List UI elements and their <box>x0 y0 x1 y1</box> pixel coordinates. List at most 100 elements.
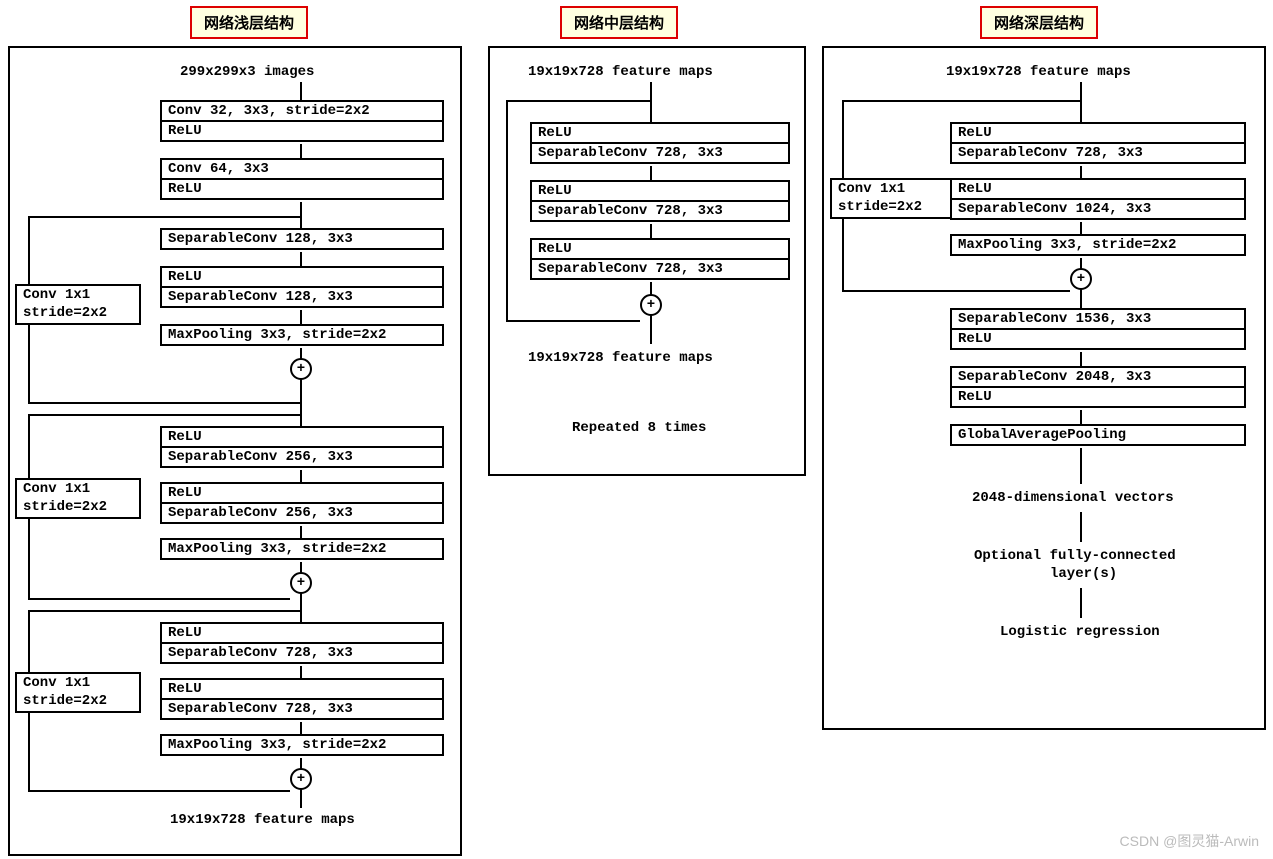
line <box>28 610 300 612</box>
b2-r1: ReLU SeparableConv 256, 3x3 <box>160 426 444 468</box>
op: SeparableConv 728, 3x3 <box>532 260 788 278</box>
b3-r3: MaxPooling 3x3, stride=2x2 <box>160 734 444 756</box>
op: ReLU <box>162 680 442 700</box>
line <box>28 518 30 598</box>
line <box>1080 448 1082 484</box>
line <box>28 610 30 672</box>
line <box>1080 352 1082 366</box>
line <box>1080 288 1082 308</box>
op: GlobalAveragePooling <box>952 426 1244 444</box>
line <box>650 166 652 180</box>
side-conv: Conv 1x1 stride=2x2 <box>830 178 956 219</box>
op: stride=2x2 <box>838 199 948 217</box>
op: stride=2x2 <box>23 693 133 711</box>
op: SeparableConv 128, 3x3 <box>162 230 442 248</box>
line <box>300 788 302 808</box>
e-s1: SeparableConv 1536, 3x3 ReLU <box>950 308 1246 350</box>
line <box>650 82 652 122</box>
side-conv: Conv 1x1 stride=2x2 <box>15 672 141 713</box>
e-r2: ReLU SeparableConv 1024, 3x3 <box>950 178 1246 220</box>
exit-in: 19x19x728 feature maps <box>946 64 1131 80</box>
op: Conv 1x1 <box>23 481 133 499</box>
line <box>300 592 302 622</box>
line <box>28 712 30 790</box>
m-r3: ReLU SeparableConv 728, 3x3 <box>530 238 790 280</box>
op: SeparableConv 2048, 3x3 <box>952 368 1244 388</box>
line <box>300 310 302 324</box>
e-r1: ReLU SeparableConv 728, 3x3 <box>950 122 1246 164</box>
op: SeparableConv 1536, 3x3 <box>952 310 1244 330</box>
b2-r3: MaxPooling 3x3, stride=2x2 <box>160 538 444 560</box>
op: SeparableConv 728, 3x3 <box>162 644 442 662</box>
line <box>650 224 652 238</box>
op: ReLU <box>952 388 1244 406</box>
line <box>28 216 30 284</box>
conv1: Conv 32, 3x3, stride=2x2 ReLU <box>160 100 444 142</box>
b3-r2: ReLU SeparableConv 728, 3x3 <box>160 678 444 720</box>
op: ReLU <box>952 180 1244 200</box>
op: Conv 1x1 <box>23 675 133 693</box>
b3-r1: ReLU SeparableConv 728, 3x3 <box>160 622 444 664</box>
op: MaxPooling 3x3, stride=2x2 <box>952 236 1244 254</box>
line <box>1080 512 1082 542</box>
line <box>300 144 302 158</box>
entry-input: 299x299x3 images <box>180 64 314 80</box>
add-icon: + <box>290 358 312 380</box>
op: MaxPooling 3x3, stride=2x2 <box>162 540 442 558</box>
add-icon: + <box>290 768 312 790</box>
op: Conv 1x1 <box>838 181 948 199</box>
line <box>28 598 290 600</box>
entry-out: 19x19x728 feature maps <box>170 812 355 828</box>
line <box>842 290 1070 292</box>
conv2: Conv 64, 3x3 ReLU <box>160 158 444 200</box>
middle-note: Repeated 8 times <box>572 420 706 436</box>
line <box>28 414 30 478</box>
line <box>1080 82 1082 122</box>
op: stride=2x2 <box>23 305 133 323</box>
line <box>28 216 300 218</box>
line <box>1080 166 1082 178</box>
line <box>300 378 302 426</box>
side-conv: Conv 1x1 stride=2x2 <box>15 478 141 519</box>
line <box>1080 410 1082 424</box>
exit-fc2: layer(s) <box>1050 566 1117 582</box>
line <box>28 790 290 792</box>
middle-in: 19x19x728 feature maps <box>528 64 713 80</box>
line <box>506 100 508 320</box>
b1-r1: SeparableConv 128, 3x3 <box>160 228 444 250</box>
op: SeparableConv 728, 3x3 <box>532 202 788 220</box>
e-gap: GlobalAveragePooling <box>950 424 1246 446</box>
diagram: 网络浅层结构 299x299x3 images Conv 32, 3x3, st… <box>0 0 1273 859</box>
op: ReLU <box>162 484 442 504</box>
e-s2: SeparableConv 2048, 3x3 ReLU <box>950 366 1246 408</box>
entry-title: 网络浅层结构 <box>190 6 308 39</box>
line <box>650 314 652 344</box>
op: SeparableConv 728, 3x3 <box>532 144 788 162</box>
op: ReLU <box>162 624 442 644</box>
op: ReLU <box>532 182 788 202</box>
op: ReLU <box>162 268 442 288</box>
add-icon: + <box>1070 268 1092 290</box>
exit-title: 网络深层结构 <box>980 6 1098 39</box>
op: ReLU <box>952 330 1244 348</box>
side-conv: Conv 1x1 stride=2x2 <box>15 284 141 325</box>
line <box>28 414 300 416</box>
op: ReLU <box>532 240 788 260</box>
watermark: CSDN @图灵猫-Arwin <box>1120 831 1259 851</box>
op: Conv 32, 3x3, stride=2x2 <box>162 102 442 122</box>
middle-out: 19x19x728 feature maps <box>528 350 713 366</box>
line <box>300 82 302 100</box>
b1-r2: ReLU SeparableConv 128, 3x3 <box>160 266 444 308</box>
line <box>1080 588 1082 618</box>
op: MaxPooling 3x3, stride=2x2 <box>162 736 442 754</box>
op: ReLU <box>952 124 1244 144</box>
line <box>842 100 844 178</box>
m-r1: ReLU SeparableConv 728, 3x3 <box>530 122 790 164</box>
line <box>300 722 302 734</box>
line <box>300 202 302 228</box>
op: SeparableConv 728, 3x3 <box>952 144 1244 162</box>
line <box>28 324 30 402</box>
op: Conv 64, 3x3 <box>162 160 442 180</box>
add-icon: + <box>290 572 312 594</box>
op: SeparableConv 1024, 3x3 <box>952 200 1244 218</box>
